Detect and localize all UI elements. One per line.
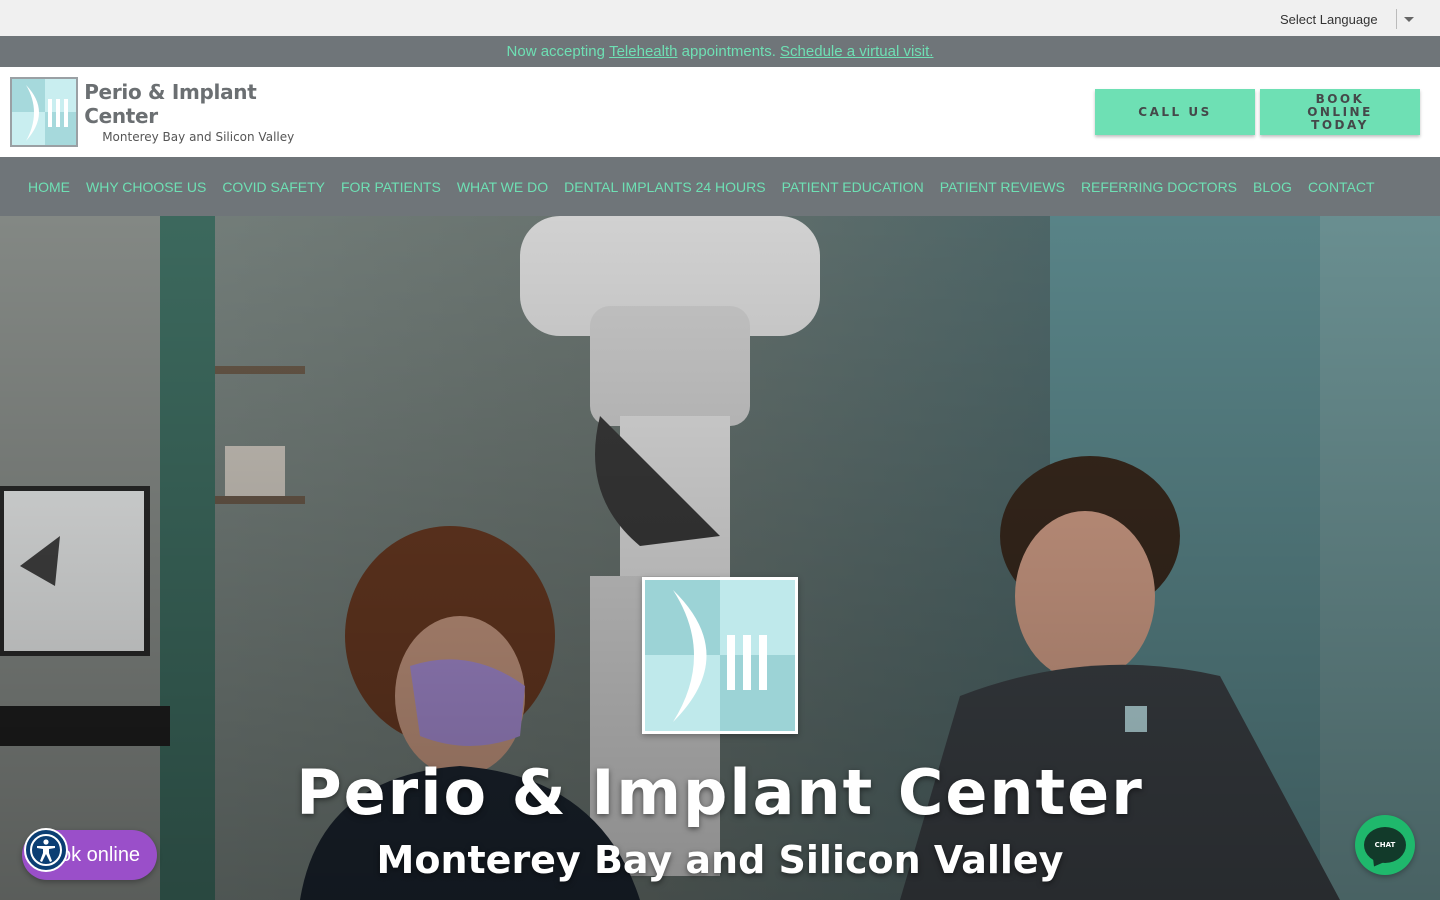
logo-mark-icon — [10, 77, 79, 147]
language-select[interactable]: Select Language — [1272, 7, 1424, 31]
nav-item-what-we-do[interactable]: WHAT WE DO — [449, 179, 556, 195]
logo-subtitle: Monterey Bay and Silicon Valley — [102, 130, 295, 144]
nav-item-home[interactable]: HOME — [20, 179, 78, 195]
nav-item-dental-implants[interactable]: DENTAL IMPLANTS 24 HOURS — [556, 179, 774, 195]
nav-item-referring-doctors[interactable]: REFERRING DOCTORS — [1073, 179, 1245, 195]
hero-section: Perio & Implant Center Monterey Bay and … — [0, 216, 1440, 900]
accessibility-button[interactable] — [24, 828, 68, 872]
hero-subtitle: Monterey Bay and Silicon Valley — [376, 838, 1064, 882]
nav-item-contact[interactable]: CONTACT — [1300, 179, 1383, 195]
nav-item-patient-education[interactable]: PATIENT EDUCATION — [774, 179, 932, 195]
announcement-bar: Now accepting Telehealth appointments. S… — [0, 36, 1440, 67]
telehealth-link[interactable]: Telehealth — [609, 43, 677, 60]
logo-title: Perio & Implant Center — [84, 80, 257, 128]
nav-item-for-patients[interactable]: FOR PATIENTS — [333, 179, 449, 195]
hero-title: Perio & Implant Center — [296, 756, 1144, 829]
call-us-button[interactable]: CALL US — [1095, 89, 1255, 135]
nav-item-patient-reviews[interactable]: PATIENT REVIEWS — [932, 179, 1073, 195]
site-header: Perio & Implant Center Monterey Bay and … — [0, 67, 1440, 157]
book-online-button[interactable]: BOOK ONLINE TODAY — [1260, 89, 1420, 135]
hero-logo-mark-icon — [642, 577, 798, 734]
nav-item-blog[interactable]: BLOG — [1245, 179, 1300, 195]
chat-button[interactable]: CHAT — [1355, 815, 1415, 875]
chat-label: CHAT — [1374, 841, 1396, 849]
accessibility-icon — [30, 834, 62, 866]
nav-item-covid-safety[interactable]: COVID SAFETY — [214, 179, 333, 195]
chat-bubble-icon: CHAT — [1364, 827, 1406, 863]
schedule-virtual-visit-link[interactable]: Schedule a virtual visit. — [780, 43, 933, 60]
language-bar: Select Language — [0, 0, 1440, 36]
nav-item-why-choose-us[interactable]: WHY CHOOSE US — [78, 179, 214, 195]
book-online-widget-label: ok online — [60, 843, 141, 866]
announcement-prefix: Now accepting — [506, 43, 610, 60]
announcement-middle: appointments. — [677, 43, 781, 60]
chevron-down-icon — [1404, 17, 1414, 22]
language-select-divider — [1396, 9, 1397, 29]
language-select-label: Select Language — [1280, 11, 1378, 27]
site-logo[interactable]: Perio & Implant Center Monterey Bay and … — [10, 77, 330, 147]
main-nav: HOME WHY CHOOSE US COVID SAFETY FOR PATI… — [0, 157, 1440, 216]
